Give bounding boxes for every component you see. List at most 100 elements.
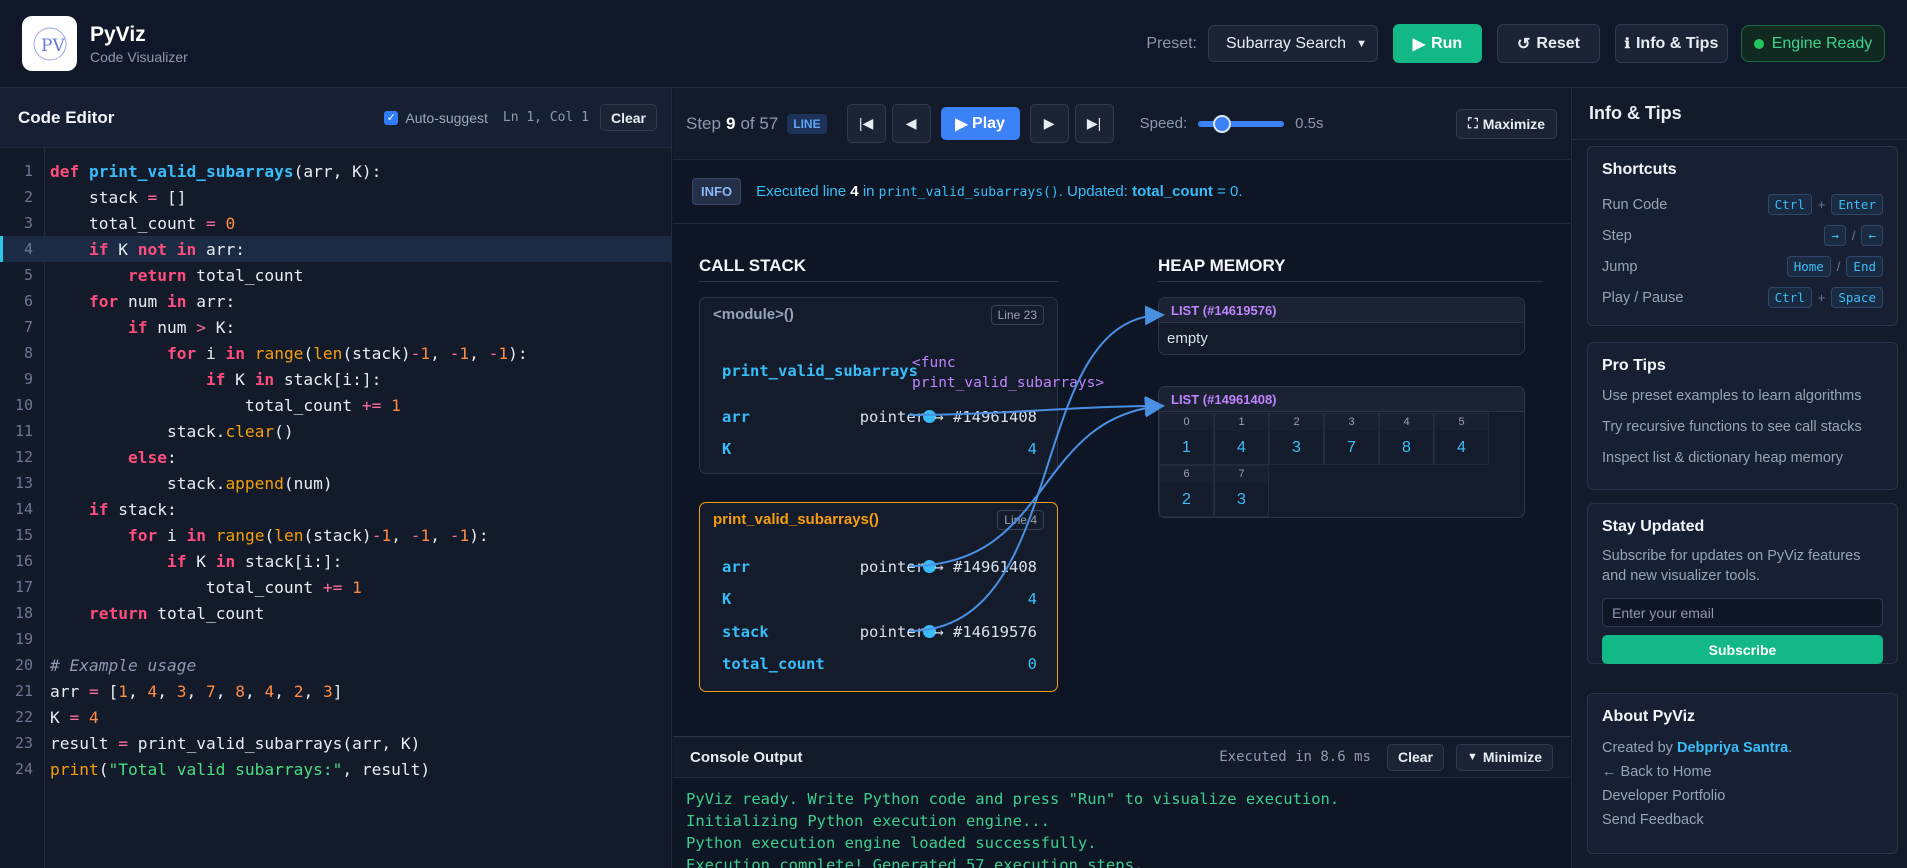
about-card: About PyViz Created by Debpriya Santra. … — [1587, 693, 1898, 854]
console-line: Initializing Python execution engine... — [686, 812, 1050, 830]
code-line[interactable]: 17 total_count += 1 — [0, 574, 672, 600]
var-name: K — [722, 440, 732, 458]
code-line[interactable]: 20 # Example usage — [0, 652, 672, 678]
preset-value: Subarray Search — [1226, 34, 1347, 52]
frame-name: print_valid_subarrays() — [713, 511, 879, 528]
code-line[interactable]: 10 total_count += 1 — [0, 392, 672, 418]
card-title: About PyViz — [1602, 708, 1696, 725]
pyviz-logo-icon: PV — [33, 27, 66, 60]
code-line[interactable]: 23 result = print_valid_subarrays(arr, K) — [0, 730, 672, 756]
code-line[interactable]: 1 def print_valid_subarrays(arr, K): — [0, 158, 672, 184]
code-line[interactable]: 11 stack.clear() — [0, 418, 672, 444]
code-line[interactable]: 3 total_count = 0 — [0, 210, 672, 236]
code-line[interactable]: 2 stack = [] — [0, 184, 672, 210]
console-minimize-button[interactable]: ▼ Minimize — [1455, 743, 1553, 771]
var-name: arr — [722, 558, 750, 576]
heap-cell-value: 2 — [1182, 491, 1191, 508]
play-button[interactable]: ▶ Play — [940, 107, 1020, 140]
console-line: Python execution engine loaded successfu… — [686, 834, 1097, 852]
preset-select[interactable]: Subarray Search ▼ — [1208, 25, 1378, 62]
code-line[interactable]: 16 if K in stack[i:]: — [0, 548, 672, 574]
line-code: total_count += 1 — [50, 577, 362, 597]
last-step-button[interactable]: ▶| — [1074, 104, 1114, 143]
minimize-label: Minimize — [1482, 749, 1542, 765]
line-code: arr = [1, 4, 3, 7, 8, 4, 2, 3] — [50, 681, 343, 701]
speed-label: Speed: — [1139, 115, 1188, 132]
code-lines: 1 def print_valid_subarrays(arr, K): 2 sta… — [0, 158, 672, 782]
shortcut-label: Step — [1602, 227, 1632, 244]
line-code: stack.clear() — [50, 421, 294, 441]
run-button[interactable]: ▶ Run — [1393, 24, 1482, 63]
var-value: pointer → #14619576 — [859, 623, 1037, 641]
key-sep: / — [1851, 228, 1856, 243]
code-line[interactable]: 22 K = 4 — [0, 704, 672, 730]
speed-slider-knob[interactable] — [1212, 114, 1231, 133]
portfolio-link[interactable]: Developer Portfolio — [1602, 784, 1883, 808]
code-line[interactable]: 19 — [0, 626, 672, 652]
code-line[interactable]: 15 for i in range(len(stack)-1, -1, -1): — [0, 522, 672, 548]
heap-cell: 14 — [1214, 413, 1269, 465]
var-name: K — [722, 590, 732, 608]
first-step-button[interactable]: |◀ — [846, 104, 886, 143]
code-line[interactable]: 4 if K not in arr: — [0, 236, 672, 262]
line-code: # Example usage — [50, 655, 197, 675]
heap-cell-value: 1 — [1182, 439, 1191, 456]
info-message: Executed line 4 in print_valid_subarrays… — [756, 183, 1243, 200]
heap-object: LIST (#14619576) empty — [1158, 297, 1525, 355]
auto-suggest-checkbox[interactable]: ✓ — [384, 110, 399, 125]
speed-slider[interactable] — [1198, 114, 1285, 133]
heap-cell: 54 — [1434, 413, 1489, 465]
prev-step-button[interactable]: ◀ — [891, 104, 931, 143]
code-line[interactable]: 24 print("Total valid subarrays:", result… — [0, 756, 672, 782]
code-line[interactable]: 8 for i in range(len(stack)-1, -1, -1): — [0, 340, 672, 366]
key-sep: + — [1817, 290, 1826, 305]
card-title: Stay Updated — [1602, 518, 1705, 535]
heap-cell-index: 5 — [1435, 414, 1488, 431]
code-line[interactable]: 9 if K in stack[i:]: — [0, 366, 672, 392]
visualizer-panel: Step 9 of 57 LINE |◀ ◀ ▶ Play ▶ ▶| Speed: … — [673, 88, 1570, 868]
info-tips-button[interactable]: ℹ Info & Tips — [1615, 24, 1728, 63]
cursor-position: Ln 1, Col 1 — [502, 110, 589, 125]
step-type-badge: LINE — [787, 113, 827, 134]
code-line[interactable]: 5 return total_count — [0, 262, 672, 288]
clear-editor-button[interactable]: Clear — [599, 104, 657, 131]
line-number: 4 — [23, 240, 33, 258]
code-line[interactable]: 14 if stack: — [0, 496, 672, 522]
reset-button[interactable]: ↺ Reset — [1497, 24, 1600, 63]
card-title: Shortcuts — [1602, 161, 1677, 178]
line-number: 1 — [23, 162, 33, 180]
line-code: if num > K: — [127, 317, 236, 337]
code-line[interactable]: 21 arr = [1, 4, 3, 7, 8, 4, 2, 3] — [0, 678, 672, 704]
skip-start-icon: |◀ — [858, 115, 874, 131]
code-line[interactable]: 13 stack.append(num) — [0, 470, 672, 496]
maximize-label: Maximize — [1482, 115, 1545, 132]
code-area[interactable]: 1 def print_valid_subarrays(arr, K): 2 sta… — [0, 148, 672, 868]
email-input[interactable]: Enter your email — [1602, 598, 1883, 627]
next-step-button[interactable]: ▶ — [1029, 104, 1069, 143]
line-number: 10 — [14, 396, 33, 414]
var-name: arr — [722, 408, 750, 426]
step-forward-icon: ▶ — [1043, 115, 1055, 131]
heap-cell: 23 — [1269, 413, 1324, 465]
card-title: Pro Tips — [1602, 357, 1666, 374]
app-subtitle: Code Visualizer — [90, 48, 188, 65]
maximize-button[interactable]: ⛶ Maximize — [1455, 108, 1557, 139]
app-title: PyViz — [90, 22, 146, 46]
heap-cell-index: 4 — [1380, 414, 1433, 431]
feedback-link[interactable]: Send Feedback — [1602, 808, 1883, 832]
line-code: if K in stack[i:]: — [166, 551, 343, 571]
code-line[interactable]: 6 for num in arr: — [0, 288, 672, 314]
code-line[interactable]: 12 else: — [0, 444, 672, 470]
shortcut-label: Play / Pause — [1602, 289, 1684, 306]
step-current: 9 — [725, 113, 736, 133]
subscribe-button[interactable]: Subscribe — [1602, 635, 1883, 664]
auto-suggest-label: Auto-suggest — [405, 109, 488, 126]
skip-end-icon: ▶| — [1086, 115, 1102, 131]
console-clear-button[interactable]: Clear — [1386, 743, 1444, 771]
code-line[interactable]: 7 if num > K: — [0, 314, 672, 340]
code-line[interactable]: 18 return total_count — [0, 600, 672, 626]
author-link[interactable]: Debpriya Santra — [1677, 740, 1788, 756]
line-number: 8 — [23, 344, 33, 362]
back-home-link[interactable]: ← Back to Home — [1602, 760, 1883, 784]
key-cap: Home — [1786, 256, 1831, 277]
